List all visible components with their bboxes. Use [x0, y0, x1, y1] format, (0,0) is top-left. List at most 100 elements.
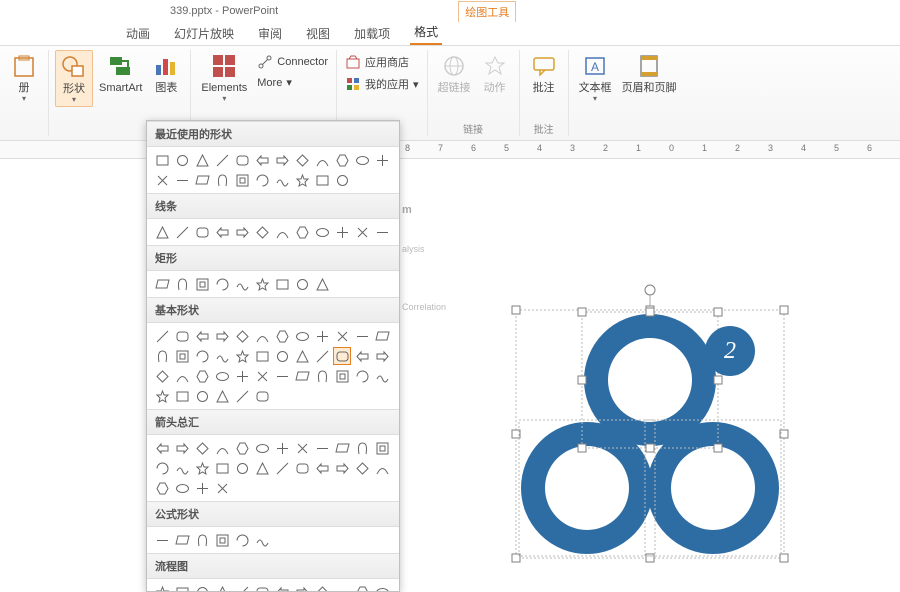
shape-item[interactable] — [313, 347, 331, 365]
shape-item[interactable] — [373, 347, 391, 365]
shape-item[interactable] — [153, 583, 171, 591]
shape-item[interactable] — [253, 223, 271, 241]
shape-item[interactable] — [213, 223, 231, 241]
shape-item[interactable] — [313, 275, 331, 293]
connector-button[interactable]: Connector — [255, 52, 330, 72]
tab-slideshow[interactable]: 幻灯片放映 — [170, 22, 238, 45]
shape-item[interactable] — [233, 171, 251, 189]
shape-item[interactable] — [173, 327, 191, 345]
slide-canvas[interactable]: m alysis Correlation — [402, 160, 900, 591]
shape-item[interactable] — [373, 327, 391, 345]
shape-item[interactable] — [333, 171, 351, 189]
shapes-button[interactable]: 形状 ▾ — [55, 50, 93, 107]
shape-item[interactable] — [213, 347, 231, 365]
shape-item[interactable] — [233, 387, 251, 405]
shape-item[interactable] — [213, 171, 231, 189]
shape-item[interactable] — [293, 459, 311, 477]
tab-review[interactable]: 审阅 — [254, 22, 286, 45]
shape-item[interactable] — [153, 387, 171, 405]
shape-item[interactable] — [373, 439, 391, 457]
shape-item[interactable] — [193, 347, 211, 365]
shape-item[interactable] — [353, 151, 371, 169]
shape-item[interactable] — [193, 459, 211, 477]
shape-item[interactable] — [193, 171, 211, 189]
shape-item[interactable] — [173, 583, 191, 591]
shape-item[interactable] — [213, 439, 231, 457]
shape-item[interactable] — [233, 531, 251, 549]
shape-item[interactable] — [313, 171, 331, 189]
shape-item[interactable] — [273, 459, 291, 477]
shape-item[interactable] — [253, 531, 271, 549]
shape-item[interactable] — [193, 531, 211, 549]
shape-item[interactable] — [253, 367, 271, 385]
shape-item[interactable] — [333, 327, 351, 345]
shape-item[interactable] — [253, 583, 271, 591]
shape-item[interactable] — [193, 151, 211, 169]
shape-item[interactable] — [193, 327, 211, 345]
shape-item[interactable] — [153, 327, 171, 345]
shape-item[interactable] — [373, 223, 391, 241]
shape-item[interactable] — [273, 367, 291, 385]
shape-item[interactable] — [173, 275, 191, 293]
shape-item[interactable] — [373, 583, 391, 591]
shape-item[interactable] — [353, 327, 371, 345]
shape-item[interactable] — [253, 347, 271, 365]
comment-button[interactable]: 批注 — [526, 50, 562, 96]
more-button[interactable]: More ▾ — [255, 74, 330, 91]
shape-item[interactable] — [333, 583, 351, 591]
shape-item[interactable] — [153, 223, 171, 241]
shape-item[interactable] — [213, 327, 231, 345]
shape-item[interactable] — [313, 459, 331, 477]
shape-item[interactable] — [193, 367, 211, 385]
shape-item[interactable] — [333, 151, 351, 169]
shape-item[interactable] — [213, 531, 231, 549]
paste-button[interactable]: 册 ▾ — [6, 50, 42, 105]
ring-shape-top[interactable] — [596, 326, 704, 434]
shape-item[interactable] — [333, 367, 351, 385]
shape-item[interactable] — [313, 151, 331, 169]
shape-item[interactable] — [313, 583, 331, 591]
shape-item[interactable] — [213, 459, 231, 477]
shape-item[interactable] — [233, 151, 251, 169]
shape-item[interactable] — [313, 327, 331, 345]
shape-item[interactable] — [153, 459, 171, 477]
shape-item[interactable] — [233, 275, 251, 293]
shape-item[interactable] — [313, 367, 331, 385]
shape-item[interactable] — [253, 171, 271, 189]
shape-item[interactable] — [333, 223, 351, 241]
shape-item[interactable] — [333, 347, 351, 365]
shape-item[interactable] — [153, 367, 171, 385]
ring-shape-right[interactable] — [659, 434, 767, 542]
tab-format[interactable]: 格式 — [410, 20, 442, 45]
shape-item[interactable] — [193, 479, 211, 497]
shape-item[interactable] — [173, 151, 191, 169]
appstore-button[interactable]: 应用商店 — [343, 52, 421, 72]
shape-item[interactable] — [213, 151, 231, 169]
shape-item[interactable] — [313, 223, 331, 241]
shape-item[interactable] — [253, 275, 271, 293]
shape-item[interactable] — [293, 151, 311, 169]
shape-item[interactable] — [353, 223, 371, 241]
shape-item[interactable] — [293, 223, 311, 241]
shape-item[interactable] — [213, 275, 231, 293]
shape-item[interactable] — [353, 439, 371, 457]
shape-item[interactable] — [293, 439, 311, 457]
shape-item[interactable] — [213, 367, 231, 385]
ring-shape-left[interactable] — [533, 434, 641, 542]
shape-item[interactable] — [253, 327, 271, 345]
shape-item[interactable] — [193, 583, 211, 591]
hyperlink-button[interactable]: 超链接 — [434, 50, 475, 96]
tab-view[interactable]: 视图 — [302, 22, 334, 45]
shape-item[interactable] — [153, 347, 171, 365]
shape-item[interactable] — [373, 151, 391, 169]
shape-item[interactable] — [373, 367, 391, 385]
shape-item[interactable] — [373, 459, 391, 477]
shape-item[interactable] — [273, 583, 291, 591]
shape-item[interactable] — [153, 171, 171, 189]
chart-button[interactable]: 图表 — [148, 50, 184, 96]
shape-item[interactable] — [293, 367, 311, 385]
shape-item[interactable] — [233, 327, 251, 345]
shape-item[interactable] — [233, 223, 251, 241]
shape-item[interactable] — [293, 583, 311, 591]
shape-item[interactable] — [193, 275, 211, 293]
